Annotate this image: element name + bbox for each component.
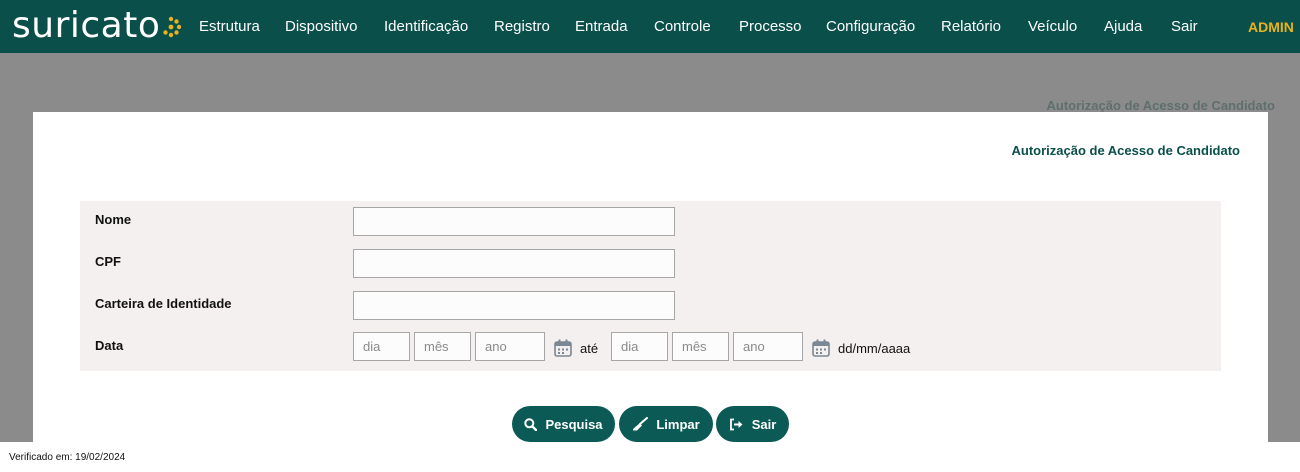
clear-button-label: Limpar	[656, 416, 700, 432]
logo-dots-icon	[163, 16, 182, 38]
exit-button[interactable]: Sair	[716, 406, 789, 442]
user-name[interactable]: ADMIN	[1248, 18, 1294, 36]
date-to-month[interactable]: mês	[672, 332, 729, 361]
search-button[interactable]: Pesquisa	[512, 406, 615, 442]
nav-relatorio[interactable]: Relatório	[941, 18, 1001, 36]
date-from-day[interactable]: dia	[353, 332, 410, 361]
nav-registro[interactable]: Registro	[494, 18, 550, 36]
nav-entrada[interactable]: Entrada	[575, 18, 628, 36]
cpf-input[interactable]	[353, 249, 675, 278]
sign-out-icon	[729, 418, 743, 430]
nav-controle[interactable]: Controle	[654, 18, 711, 36]
clear-button[interactable]: Limpar	[619, 406, 713, 442]
nav-estrutura[interactable]: Estrutura	[199, 18, 260, 36]
verified-date: Verificado em: 19/02/2024	[9, 452, 126, 463]
search-button-label: Pesquisa	[545, 416, 603, 432]
date-to-day[interactable]: dia	[611, 332, 668, 361]
nav-dispositivo[interactable]: Dispositivo	[285, 18, 358, 36]
logo-text: suricato	[12, 5, 161, 46]
calendar-to-icon[interactable]	[812, 339, 830, 357]
page-title: Autorização de Acesso de Candidato	[1011, 143, 1240, 158]
top-navbar: suricato Estrutura Dispositivo Identific…	[0, 0, 1300, 53]
nav-identificacao[interactable]: Identificação	[384, 18, 468, 36]
nav-ajuda[interactable]: Ajuda	[1104, 18, 1142, 36]
nome-label: Nome	[95, 212, 132, 227]
search-icon	[524, 417, 538, 431]
date-to-year[interactable]: ano	[733, 332, 803, 361]
nav-processo[interactable]: Processo	[739, 18, 802, 36]
exit-button-label: Sair	[751, 416, 777, 432]
nav-veiculo[interactable]: Veículo	[1028, 18, 1077, 36]
cpf-label: CPF	[95, 254, 121, 269]
date-from-year[interactable]: ano	[475, 332, 545, 361]
search-panel: Autorização de Acesso de Candidato Nome …	[33, 112, 1268, 442]
background-page-title: Autorização de Acesso de Candidato	[1046, 98, 1275, 113]
date-separator: até	[580, 341, 599, 356]
date-format-hint: dd/mm/aaaa	[838, 341, 911, 356]
date-from-month[interactable]: mês	[414, 332, 471, 361]
suricato-logo[interactable]: suricato	[12, 4, 182, 48]
data-label: Data	[95, 338, 124, 353]
nome-input[interactable]	[353, 207, 675, 236]
nav-configuracao[interactable]: Configuração	[826, 18, 915, 36]
search-form: Nome CPF Carteira de Identidade Data dia…	[80, 201, 1221, 371]
rg-label: Carteira de Identidade	[95, 296, 232, 311]
calendar-from-icon[interactable]	[554, 339, 572, 357]
rg-input[interactable]	[353, 291, 675, 320]
nav-sair[interactable]: Sair	[1171, 18, 1198, 36]
broom-icon	[633, 417, 649, 431]
